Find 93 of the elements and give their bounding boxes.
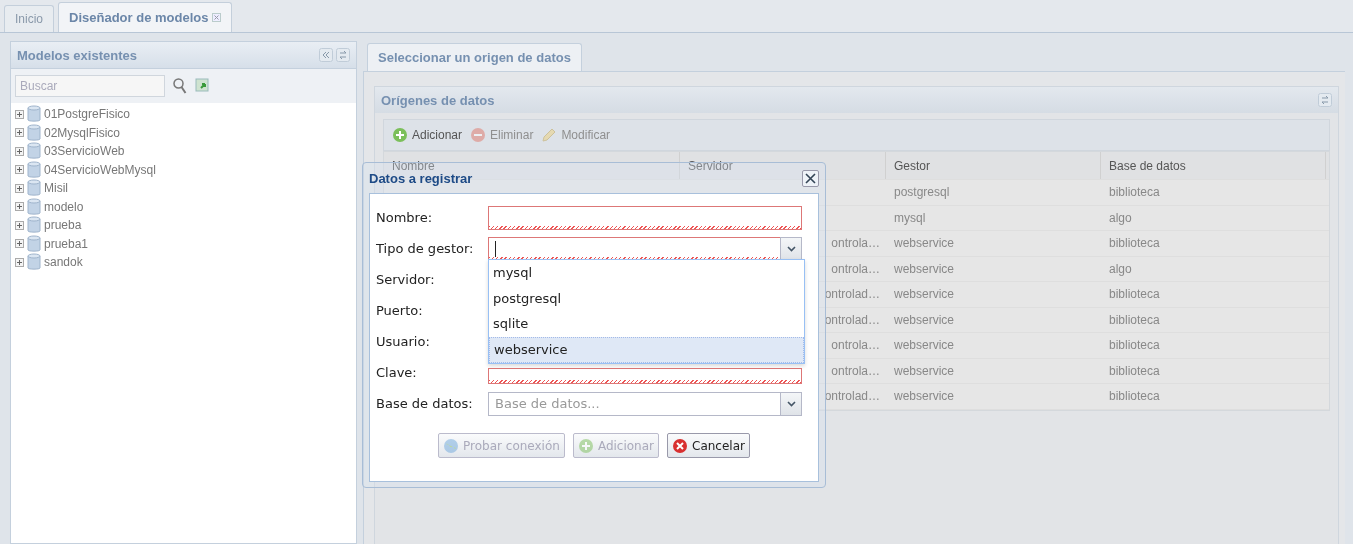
table-cell: biblioteca bbox=[1109, 287, 1160, 302]
tree-item[interactable]: 01PostgreFisico bbox=[44, 107, 131, 122]
table-cell: biblioteca bbox=[1109, 363, 1160, 378]
field-label: Clave: bbox=[376, 365, 418, 380]
expand-icon[interactable] bbox=[15, 202, 24, 212]
database-icon bbox=[27, 179, 41, 198]
table-cell: webservice bbox=[894, 287, 955, 302]
table-cell: webservice bbox=[894, 236, 955, 251]
table-cell: algo bbox=[1109, 210, 1132, 225]
tab[interactable]: Diseñador de modelos bbox=[58, 2, 233, 32]
table-cell: postgresql bbox=[894, 185, 950, 200]
toolbar-button[interactable]: Adicionar bbox=[392, 127, 463, 143]
table-cell: webservice bbox=[894, 338, 955, 353]
database-icon bbox=[27, 197, 41, 216]
dropdown-option[interactable]: webservice bbox=[489, 336, 804, 363]
tree-item[interactable]: 02MysqlFisico bbox=[44, 125, 121, 140]
tree-item[interactable]: prueba bbox=[44, 218, 82, 233]
expand-icon[interactable] bbox=[15, 128, 24, 138]
dropdown-trigger[interactable] bbox=[780, 391, 802, 416]
text-field[interactable] bbox=[488, 205, 802, 230]
reload-icon[interactable] bbox=[195, 78, 211, 94]
column-header[interactable]: Nombre bbox=[392, 158, 435, 173]
add-icon bbox=[392, 127, 408, 143]
panel-title: Modelos existentes bbox=[17, 47, 137, 63]
database-icon bbox=[27, 216, 41, 235]
expand-icon[interactable] bbox=[15, 146, 24, 156]
search-field[interactable]: Buscar bbox=[15, 75, 165, 97]
expand-icon[interactable] bbox=[15, 165, 24, 175]
table-cell: biblioteca bbox=[1109, 338, 1160, 353]
table-cell: ontrolad… bbox=[824, 389, 880, 404]
dropdown-option[interactable]: mysql bbox=[489, 260, 804, 286]
table-cell: ontrola… bbox=[831, 338, 880, 353]
password-field[interactable] bbox=[488, 368, 802, 384]
table-cell: ontrola… bbox=[831, 363, 880, 378]
close-icon bbox=[805, 172, 816, 184]
database-icon bbox=[27, 253, 41, 272]
column-header[interactable]: Base de datos bbox=[1109, 158, 1186, 173]
database-icon bbox=[27, 123, 41, 142]
field-label: Usuario: bbox=[376, 334, 431, 349]
table-cell: biblioteca bbox=[1109, 389, 1160, 404]
cancel-icon bbox=[672, 437, 688, 454]
tree-item[interactable]: prueba1 bbox=[44, 236, 89, 251]
table-cell: webservice bbox=[894, 389, 955, 404]
table-cell: biblioteca bbox=[1109, 185, 1160, 200]
column-header[interactable]: Servidor bbox=[688, 158, 733, 173]
field-label: Tipo de gestor: bbox=[376, 241, 475, 256]
field-label: Base de datos: bbox=[376, 396, 474, 411]
collapse-left-icon[interactable] bbox=[319, 48, 333, 62]
column-header[interactable]: Gestor bbox=[894, 158, 930, 173]
tab[interactable]: Seleccionar un origen de datos bbox=[367, 43, 582, 71]
expand-icon[interactable] bbox=[15, 183, 24, 193]
table-cell: webservice bbox=[894, 363, 955, 378]
pencil-icon bbox=[541, 127, 558, 143]
globe-icon bbox=[443, 437, 460, 454]
tab[interactable]: Inicio bbox=[4, 5, 54, 32]
dropdown-trigger[interactable] bbox=[780, 236, 802, 261]
dropdown-option[interactable]: postgresql bbox=[489, 285, 804, 311]
table-cell: biblioteca bbox=[1109, 236, 1160, 251]
table-cell: ontrola… bbox=[831, 236, 880, 251]
search-icon[interactable] bbox=[173, 78, 187, 94]
field-label: Puerto: bbox=[376, 303, 424, 318]
remove-icon bbox=[470, 127, 487, 143]
tree-item[interactable]: modelo bbox=[44, 199, 84, 214]
table-cell: mysql bbox=[894, 210, 926, 225]
combo-field[interactable] bbox=[488, 236, 780, 261]
table-cell: webservice bbox=[894, 261, 955, 276]
table-cell: biblioteca bbox=[1109, 312, 1160, 327]
dialog-button[interactable]: Cancelar bbox=[667, 433, 750, 458]
tree-item[interactable]: 04ServicioWebMysql bbox=[44, 162, 156, 177]
combo-field[interactable]: Base de datos... bbox=[488, 391, 780, 416]
panel-title: Orígenes de datos bbox=[381, 92, 495, 108]
add-icon bbox=[577, 437, 594, 454]
table-cell: webservice bbox=[894, 312, 955, 327]
tree-item[interactable]: sandok bbox=[44, 255, 83, 270]
dialog-title: Datos a registrar bbox=[369, 170, 473, 186]
close-icon[interactable] bbox=[212, 13, 222, 22]
field-label: Nombre: bbox=[376, 210, 434, 225]
table-cell: algo bbox=[1109, 261, 1132, 276]
database-icon bbox=[27, 142, 41, 161]
table-cell: ontrolad… bbox=[824, 312, 880, 327]
database-icon bbox=[27, 160, 41, 179]
expand-icon[interactable] bbox=[15, 109, 24, 119]
expand-icon[interactable] bbox=[15, 257, 24, 267]
table-cell: ontrolad… bbox=[824, 287, 880, 302]
field-label: Servidor: bbox=[376, 272, 436, 287]
table-cell: ontrola… bbox=[831, 261, 880, 276]
expand-icon[interactable] bbox=[15, 239, 24, 249]
tree-item[interactable]: 03ServicioWeb bbox=[44, 144, 125, 159]
dropdown-option[interactable]: sqlite bbox=[489, 311, 804, 337]
tree-item[interactable]: Misil bbox=[44, 181, 68, 196]
database-icon bbox=[27, 105, 41, 124]
expand-icon[interactable] bbox=[15, 220, 24, 230]
database-icon bbox=[27, 234, 41, 253]
